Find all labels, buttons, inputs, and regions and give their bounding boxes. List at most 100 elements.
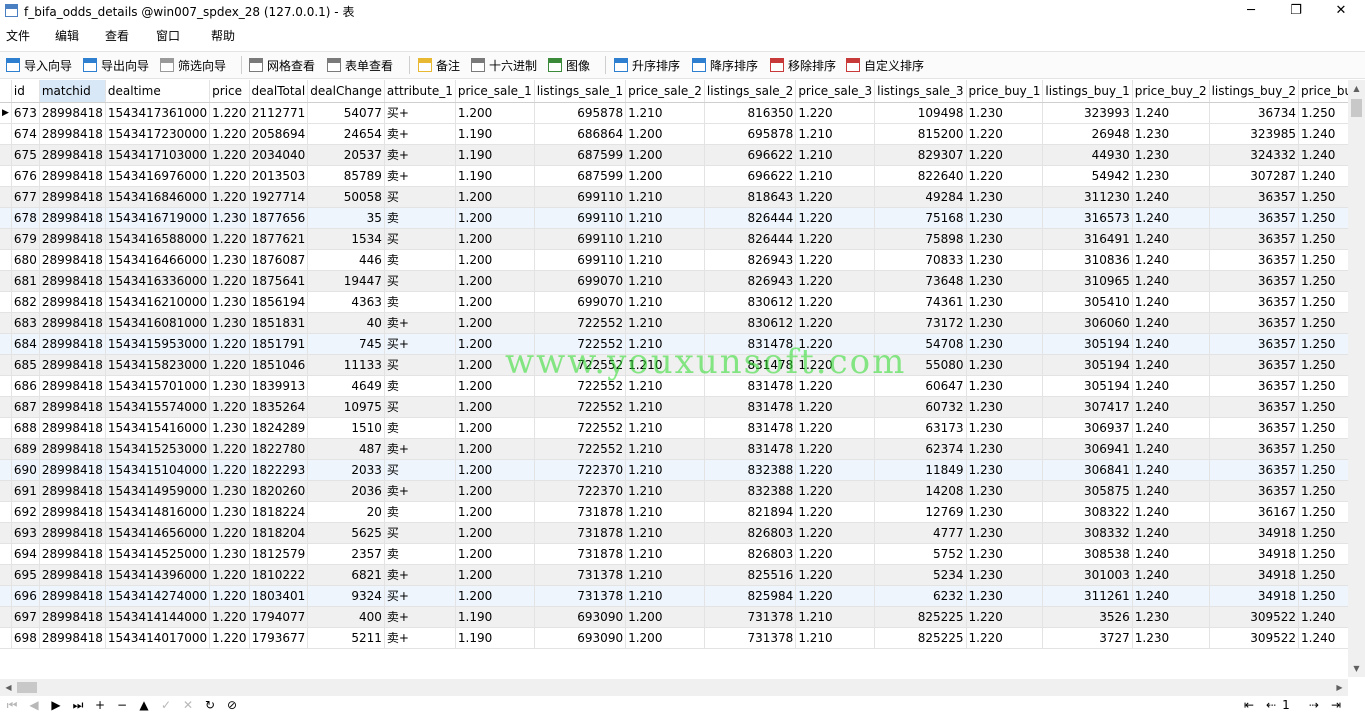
cell-price-buy-1[interactable]: 1.230 [966, 501, 1044, 523]
cell-listings-sale-1[interactable]: 731878 [534, 543, 627, 565]
cell-listings-sale-2[interactable]: 830612 [704, 312, 797, 334]
import-wizard-button[interactable]: 导入向导 [6, 55, 72, 75]
cell-price-buy-3[interactable]: 1.240 [1298, 627, 1348, 649]
cell-price[interactable]: 1.220 [209, 270, 250, 292]
cell-listings-buy-2[interactable]: 36357 [1209, 354, 1300, 376]
column-header-attribute-1[interactable]: attribute_1 [384, 80, 456, 103]
cell-id[interactable]: 674 [11, 123, 40, 145]
table-row[interactable]: 695 28998418 1543414396000 1.220 1810222 6821… [0, 564, 1348, 586]
cell-price-sale-2[interactable]: 1.210 [625, 186, 705, 208]
cell-price-buy-1[interactable]: 1.230 [966, 354, 1044, 376]
row-indicator[interactable] [0, 123, 12, 145]
form-view-button[interactable]: 表单查看 [327, 55, 393, 75]
cell-listings-sale-1[interactable]: 722552 [534, 375, 627, 397]
cell-price-sale-3[interactable]: 1.210 [795, 123, 876, 145]
cell-dealTotal[interactable]: 1820260 [249, 480, 309, 502]
cell-listings-sale-1[interactable]: 731878 [534, 501, 627, 523]
cell-listings-buy-1[interactable]: 306941 [1042, 438, 1133, 460]
cell-listings-buy-1[interactable]: 306937 [1042, 417, 1133, 439]
sort-asc-button[interactable]: 升序排序 [614, 55, 680, 75]
cell-listings-sale-2[interactable]: 731378 [704, 627, 797, 649]
cell-price-sale-2[interactable]: 1.210 [625, 249, 705, 271]
cell-listings-buy-2[interactable]: 36357 [1209, 186, 1300, 208]
table-row[interactable]: 679 28998418 1543416588000 1.220 1877621 1534… [0, 228, 1348, 250]
cell-price-buy-3[interactable]: 1.250 [1298, 270, 1348, 292]
cell-price-buy-3[interactable]: 1.250 [1298, 480, 1348, 502]
cell-price[interactable]: 1.220 [209, 522, 250, 544]
triangle-up-icon[interactable]: ▲ [136, 698, 152, 712]
cell-price-sale-3[interactable]: 1.210 [795, 606, 876, 628]
cell-listings-buy-1[interactable]: 310965 [1042, 270, 1133, 292]
cell-dealtime[interactable]: 1543416976000 [105, 165, 211, 187]
cell-price[interactable]: 1.220 [209, 228, 250, 250]
column-header-price-sale-3[interactable]: price_sale_3 [795, 80, 876, 103]
stop-icon[interactable]: ⊘ [224, 698, 240, 712]
column-header-listings-sale-1[interactable]: listings_sale_1 [534, 80, 627, 103]
cell-attribute-1[interactable]: 卖 [384, 207, 456, 229]
cell-price-buy-2[interactable]: 1.240 [1132, 459, 1210, 481]
cell-matchid[interactable]: 28998418 [39, 249, 106, 271]
cell-price-sale-1[interactable]: 1.200 [455, 417, 535, 439]
row-indicator[interactable] [0, 207, 12, 229]
cell-price-sale-2[interactable]: 1.210 [625, 417, 705, 439]
scroll-left-icon[interactable]: ◀ [0, 679, 17, 696]
cell-dealChange[interactable]: 19447 [307, 270, 385, 292]
cell-price-sale-1[interactable]: 1.200 [455, 396, 535, 418]
cell-listings-sale-3[interactable]: 822640 [874, 165, 967, 187]
cell-listings-sale-1[interactable]: 722552 [534, 354, 627, 376]
cell-price[interactable]: 1.220 [209, 333, 250, 355]
cell-dealChange[interactable]: 487 [307, 438, 385, 460]
cell-price-buy-1[interactable]: 1.230 [966, 102, 1044, 124]
cell-listings-sale-1[interactable]: 722370 [534, 480, 627, 502]
cell-price-buy-2[interactable]: 1.240 [1132, 396, 1210, 418]
cell-listings-sale-1[interactable]: 731878 [534, 522, 627, 544]
cell-id[interactable]: 697 [11, 606, 40, 628]
cell-listings-sale-1[interactable]: 693090 [534, 627, 627, 649]
cell-price-buy-3[interactable]: 1.250 [1298, 501, 1348, 523]
table-row[interactable]: 689 28998418 1543415253000 1.220 1822780 487 卖… [0, 438, 1348, 460]
cell-listings-buy-1[interactable]: 305875 [1042, 480, 1133, 502]
cell-price-sale-1[interactable]: 1.200 [455, 270, 535, 292]
cell-id[interactable]: 693 [11, 522, 40, 544]
cell-price-buy-2[interactable]: 1.240 [1132, 354, 1210, 376]
cell-dealTotal[interactable]: 2058694 [249, 123, 309, 145]
cell-id[interactable]: 683 [11, 312, 40, 334]
cell-dealtime[interactable]: 1543416336000 [105, 270, 211, 292]
cell-listings-buy-2[interactable]: 36357 [1209, 333, 1300, 355]
cell-price-buy-2[interactable]: 1.230 [1132, 606, 1210, 628]
cell-listings-sale-2[interactable]: 826943 [704, 249, 797, 271]
row-indicator[interactable] [0, 501, 12, 523]
cell-id[interactable]: 689 [11, 438, 40, 460]
next-icon[interactable]: ▶ [48, 698, 64, 712]
cell-dealChange[interactable]: 745 [307, 333, 385, 355]
cell-attribute-1[interactable]: 卖+ [384, 123, 456, 145]
cell-dealChange[interactable]: 35 [307, 207, 385, 229]
cell-price-buy-1[interactable]: 1.230 [966, 291, 1044, 313]
cell-price-buy-2[interactable]: 1.240 [1132, 438, 1210, 460]
cell-id[interactable]: 684 [11, 333, 40, 355]
row-indicator[interactable] [0, 165, 12, 187]
cell-price[interactable]: 1.230 [209, 375, 250, 397]
cell-dealtime[interactable]: 1543414656000 [105, 522, 211, 544]
cell-matchid[interactable]: 28998418 [39, 543, 106, 565]
cell-dealtime[interactable]: 1543417230000 [105, 123, 211, 145]
cell-dealChange[interactable]: 54077 [307, 102, 385, 124]
cell-price-buy-1[interactable]: 1.230 [966, 249, 1044, 271]
cell-listings-buy-2[interactable]: 36357 [1209, 270, 1300, 292]
table-row[interactable]: 692 28998418 1543414816000 1.230 1818224 20 卖 1… [0, 501, 1348, 523]
cell-price[interactable]: 1.220 [209, 585, 250, 607]
table-row[interactable]: 674 28998418 1543417230000 1.220 2058694 2465… [0, 123, 1348, 145]
cell-price-sale-2[interactable]: 1.210 [625, 228, 705, 250]
cell-listings-sale-1[interactable]: 722370 [534, 459, 627, 481]
cell-price-sale-3[interactable]: 1.220 [795, 543, 876, 565]
cell-price[interactable]: 1.220 [209, 165, 250, 187]
cell-listings-buy-2[interactable]: 36357 [1209, 249, 1300, 271]
cell-price[interactable]: 1.230 [209, 480, 250, 502]
cell-dealtime[interactable]: 1543416846000 [105, 186, 211, 208]
cell-listings-buy-2[interactable]: 36357 [1209, 480, 1300, 502]
scroll-right-icon[interactable]: ▶ [1331, 679, 1348, 696]
column-header-dealtime[interactable]: dealtime [105, 80, 211, 103]
cell-listings-sale-1[interactable]: 699110 [534, 228, 627, 250]
cell-matchid[interactable]: 28998418 [39, 291, 106, 313]
table-row[interactable]: 675 28998418 1543417103000 1.220 2034040 2053… [0, 144, 1348, 166]
